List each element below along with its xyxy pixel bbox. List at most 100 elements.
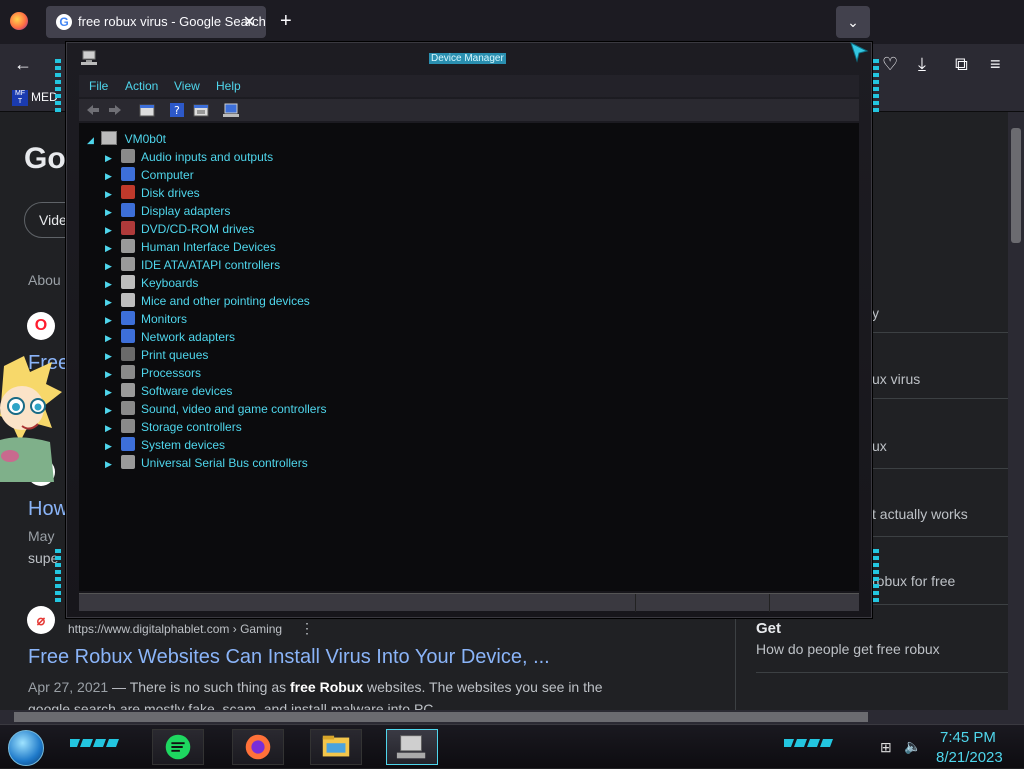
device-category[interactable]: ▶ Audio inputs and outputs — [105, 149, 273, 167]
device-category-label: Processors — [141, 366, 202, 380]
back-arrow-icon[interactable] — [85, 102, 101, 118]
result-title[interactable]: Free Robux Websites Can Install Virus In… — [28, 646, 550, 669]
device-category-label: Sound, video and game controllers — [141, 402, 327, 416]
network-icon[interactable]: ⊞ — [880, 739, 892, 756]
device-category-label: Human Interface Devices — [141, 240, 276, 254]
device-category-label: Display adapters — [141, 204, 231, 218]
menu-file[interactable]: File — [89, 79, 108, 93]
taskbar-spotify[interactable] — [152, 729, 204, 765]
clock-time[interactable]: 7:45 PM — [940, 729, 996, 746]
result-title[interactable]: How — [28, 498, 68, 521]
device-category[interactable]: ▶ Processors — [105, 365, 201, 383]
expand-arrow-icon[interactable]: ▶ — [105, 261, 117, 272]
device-category[interactable]: ▶ Software devices — [105, 383, 232, 401]
help-icon[interactable]: ? — [169, 102, 185, 118]
scrollbar-thumb[interactable] — [1011, 128, 1021, 243]
properties-icon[interactable] — [193, 102, 209, 118]
snippet-bold: free Robux — [290, 679, 364, 695]
expand-arrow-icon[interactable]: ▶ — [105, 441, 117, 452]
back-arrow-icon[interactable]: ← — [14, 54, 32, 75]
device-category[interactable]: ▶ Mice and other pointing devices — [105, 293, 310, 311]
device-category-label: Storage controllers — [141, 420, 242, 434]
collapse-arrow-icon[interactable]: ◢ — [87, 135, 94, 145]
window-title-bar[interactable]: Device Manager — [67, 42, 871, 71]
new-tab-button[interactable]: + — [280, 10, 292, 33]
speaker-icon — [121, 149, 135, 163]
more-options-icon[interactable]: ⋮ — [300, 620, 314, 637]
device-category[interactable]: ▶ Network adapters — [105, 329, 235, 347]
expand-arrow-icon[interactable]: ▶ — [105, 225, 117, 236]
menu-bar: File Action View Help — [79, 75, 859, 97]
related-search[interactable]: ux virus — [872, 371, 920, 387]
related-search[interactable]: t actually works — [872, 506, 968, 522]
taskbar-firefox[interactable] — [232, 729, 284, 765]
bookmark-med[interactable]: MF T MED — [12, 90, 58, 106]
vertical-scrollbar[interactable] — [1008, 112, 1024, 724]
menu-action[interactable]: Action — [125, 79, 158, 93]
horizontal-scrollbar[interactable] — [0, 710, 1008, 724]
show-hide-console-tree-icon[interactable] — [139, 102, 155, 118]
device-category[interactable]: ▶ Keyboards — [105, 275, 198, 293]
expand-arrow-icon[interactable]: ▶ — [105, 351, 117, 362]
device-category[interactable]: ▶ Storage controllers — [105, 419, 242, 437]
tree-root-node[interactable]: ◢ VM0b0t — [87, 131, 166, 146]
clock-date[interactable]: 8/21/2023 — [936, 749, 1003, 766]
expand-arrow-icon[interactable]: ▶ — [105, 153, 117, 164]
device-category[interactable]: ▶ Monitors — [105, 311, 187, 329]
taskbar-file-explorer[interactable] — [310, 729, 362, 765]
device-category-label: IDE ATA/ATAPI controllers — [141, 258, 281, 272]
download-icon[interactable]: ⤓ — [918, 54, 926, 75]
device-category[interactable]: ▶ DVD/CD-ROM drives — [105, 221, 254, 239]
taskbar-device-manager[interactable] — [386, 729, 438, 765]
device-category[interactable]: ▶ Sound, video and game controllers — [105, 401, 326, 419]
expand-arrow-icon[interactable]: ▶ — [105, 423, 117, 434]
device-category[interactable]: ▶ System devices — [105, 437, 225, 455]
computer-icon — [101, 131, 118, 145]
expand-arrow-icon[interactable]: ▶ — [105, 405, 117, 416]
browser-tab-active[interactable]: G free robux virus - Google Search ✕ — [46, 6, 266, 38]
related-search[interactable]: ux — [872, 438, 887, 454]
forward-arrow-icon[interactable] — [107, 102, 123, 118]
volume-icon[interactable]: 🔈 — [904, 738, 921, 755]
expand-arrow-icon[interactable]: ▶ — [105, 315, 117, 326]
related-search[interactable]: y — [872, 305, 879, 321]
device-category[interactable]: ▶ Display adapters — [105, 203, 230, 221]
menu-view[interactable]: View — [174, 79, 200, 93]
expand-arrow-icon[interactable]: ▶ — [105, 243, 117, 254]
firefox-menu-icon[interactable] — [10, 12, 28, 30]
hamburger-menu-icon[interactable]: ≡ — [990, 54, 1001, 75]
scan-hardware-changes-icon[interactable] — [223, 102, 239, 118]
related-search[interactable]: robux for free — [872, 573, 955, 589]
cartoon-sticker-icon — [0, 356, 62, 482]
display-icon — [121, 203, 135, 217]
google-logo[interactable]: Go — [24, 142, 66, 176]
related-search[interactable]: How do people get free robux — [756, 641, 940, 657]
start-button[interactable] — [8, 730, 44, 766]
menu-help[interactable]: Help — [216, 79, 241, 93]
device-category[interactable]: ▶ Disk drives — [105, 185, 200, 203]
device-category[interactable]: ▶ Print queues — [105, 347, 208, 365]
expand-arrow-icon[interactable]: ▶ — [105, 459, 117, 470]
expand-arrow-icon[interactable]: ▶ — [105, 279, 117, 290]
result-url[interactable]: https://www.digitalphablet.com › Gaming — [68, 622, 282, 636]
window-frame-decoration — [873, 59, 879, 115]
extensions-icon[interactable]: ⧉ — [955, 54, 968, 75]
scrollbar-thumb[interactable] — [14, 712, 868, 722]
tab-close-icon[interactable]: ✕ — [243, 12, 256, 32]
expand-arrow-icon[interactable]: ▶ — [105, 297, 117, 308]
status-divider — [769, 594, 770, 612]
pocket-icon[interactable]: ♡ — [882, 54, 898, 75]
expand-arrow-icon[interactable]: ▶ — [105, 171, 117, 182]
firefox-icon — [245, 734, 271, 760]
device-category[interactable]: ▶ IDE ATA/ATAPI controllers — [105, 257, 280, 275]
list-all-tabs-button[interactable]: ⌄ — [836, 6, 870, 38]
expand-arrow-icon[interactable]: ▶ — [105, 387, 117, 398]
expand-arrow-icon[interactable]: ▶ — [105, 333, 117, 344]
expand-arrow-icon[interactable]: ▶ — [105, 189, 117, 200]
device-category[interactable]: ▶ Computer — [105, 167, 194, 185]
expand-arrow-icon[interactable]: ▶ — [105, 369, 117, 380]
usb-icon — [121, 455, 135, 469]
device-category[interactable]: ▶ Universal Serial Bus controllers — [105, 455, 308, 473]
device-category[interactable]: ▶ Human Interface Devices — [105, 239, 276, 257]
expand-arrow-icon[interactable]: ▶ — [105, 207, 117, 218]
